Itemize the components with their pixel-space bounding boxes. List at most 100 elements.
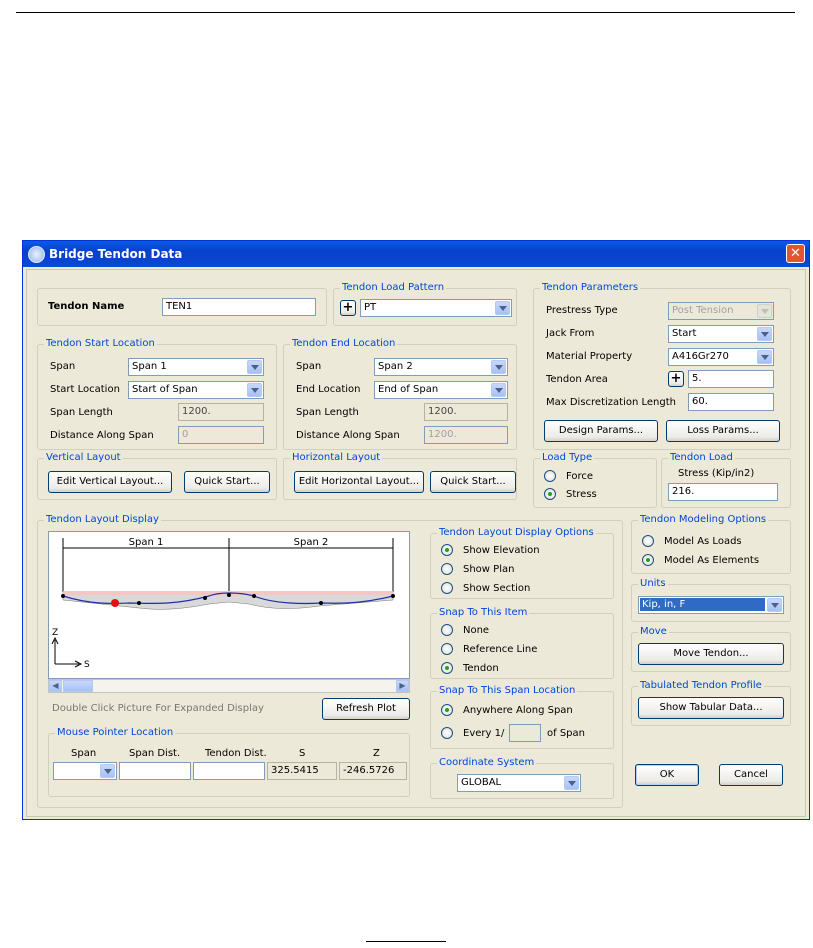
scroll-left-icon[interactable]: ◀: [49, 680, 62, 692]
tendon-point: [252, 594, 256, 598]
tendon-elevation-svg: Span 1 Span 2 Z S: [51, 537, 395, 670]
start-location-label: Start Location: [50, 384, 120, 395]
load-pattern-value: PT: [364, 302, 377, 313]
tabulated-profile-group-label: Tabulated Tendon Profile: [638, 680, 764, 691]
material-property-value: A416Gr270: [672, 351, 729, 362]
load-type-force-radio[interactable]: [544, 470, 556, 482]
mouse-col-tendon-dist: Tendon Dist.: [205, 748, 267, 759]
load-pattern-group-label: Tendon Load Pattern: [340, 282, 447, 293]
tendon-name-input[interactable]: TEN1: [162, 298, 316, 316]
refresh-plot-button[interactable]: Refresh Plot: [322, 698, 410, 720]
jack-from-select[interactable]: Start: [668, 325, 774, 343]
tendon-load-group-label: Tendon Load: [668, 452, 735, 463]
s-axis-label: S: [84, 660, 90, 670]
mouse-span-dist-field[interactable]: [119, 762, 191, 780]
tendon-load-input[interactable]: 216.: [668, 483, 778, 501]
material-property-label: Material Property: [546, 351, 633, 362]
show-section-label: Show Section: [463, 583, 531, 594]
load-type-force-label: Force: [566, 471, 594, 482]
units-select[interactable]: Kip, in, F: [638, 596, 784, 614]
move-tendon-button[interactable]: Move Tendon...: [638, 643, 784, 665]
tendon-point: [137, 601, 141, 605]
cancel-button[interactable]: Cancel: [719, 764, 783, 786]
model-as-loads-radio[interactable]: [642, 535, 654, 547]
tendon-area-input[interactable]: 5.: [688, 370, 774, 388]
max-discretization-input[interactable]: 60.: [688, 393, 774, 411]
chevron-down-icon[interactable]: [491, 383, 506, 397]
snap-anywhere-radio[interactable]: [441, 704, 453, 716]
chevron-down-icon[interactable]: [757, 350, 772, 364]
chevron-down-icon[interactable]: [491, 360, 506, 374]
chevron-down-icon[interactable]: [247, 383, 262, 397]
end-location-select[interactable]: End of Span: [374, 381, 508, 399]
mouse-tendon-dist-field[interactable]: [193, 762, 265, 780]
design-params-button[interactable]: Design Params...: [544, 420, 658, 442]
chevron-down-icon[interactable]: [564, 776, 579, 790]
snap-refline-radio[interactable]: [441, 643, 453, 655]
load-type-stress-radio[interactable]: [544, 488, 556, 500]
show-elevation-radio[interactable]: [441, 544, 453, 556]
snap-item-group-label: Snap To This Item: [437, 607, 530, 618]
app-icon: [28, 246, 45, 263]
horizontal-quick-start-button[interactable]: Quick Start...: [430, 471, 516, 493]
tendon-start-location-group: Tendon Start Location Span Span 1 Start …: [37, 338, 277, 450]
dialog-client: Tendon Name TEN1 Tendon Load Pattern + P…: [26, 269, 806, 817]
coordinate-system-select[interactable]: GLOBAL: [457, 774, 581, 792]
mouse-col-s: S: [299, 748, 306, 759]
loss-params-button[interactable]: Loss Params...: [666, 420, 780, 442]
mouse-col-z: Z: [373, 748, 380, 759]
chevron-down-icon[interactable]: [247, 360, 262, 374]
title-bar: Bridge Tendon Data ✕: [23, 241, 809, 267]
material-property-select[interactable]: A416Gr270: [668, 348, 774, 366]
edit-horizontal-layout-button[interactable]: Edit Horizontal Layout...: [294, 471, 424, 493]
start-span-select[interactable]: Span 1: [128, 358, 264, 376]
scroll-thumb[interactable]: [63, 680, 93, 692]
show-plan-radio[interactable]: [441, 563, 453, 575]
ok-button[interactable]: OK: [635, 764, 699, 786]
show-section-radio[interactable]: [441, 582, 453, 594]
tendon-point: [319, 601, 323, 605]
tendon-point: [391, 594, 395, 598]
tendon-area-add-button[interactable]: +: [668, 371, 684, 387]
chevron-down-icon[interactable]: [495, 301, 510, 315]
vertical-quick-start-button[interactable]: Quick Start...: [184, 471, 270, 493]
close-button[interactable]: ✕: [786, 244, 805, 263]
mouse-col-span: Span: [71, 748, 97, 759]
modeling-options-group: Tendon Modeling Options Model As Loads M…: [631, 514, 791, 574]
units-group: Units Kip, in, F: [631, 578, 791, 622]
mouse-z-field: -246.5726: [339, 762, 407, 780]
load-pattern-select[interactable]: PT: [360, 299, 512, 317]
vertical-layout-group: Vertical Layout Edit Vertical Layout... …: [37, 452, 277, 500]
end-location-label: End Location: [296, 384, 361, 395]
snap-span-group-label: Snap To This Span Location: [437, 685, 578, 696]
end-span-value: Span 2: [378, 361, 413, 372]
show-tabular-data-button[interactable]: Show Tabular Data...: [638, 697, 784, 719]
chevron-down-icon: [757, 304, 772, 318]
span-2-label: Span 2: [294, 537, 329, 548]
snap-every-radio[interactable]: [441, 727, 453, 739]
move-group: Move Move Tendon...: [631, 626, 791, 672]
end-span-select[interactable]: Span 2: [374, 358, 508, 376]
tendon-plot[interactable]: Span 1 Span 2 Z S: [48, 531, 410, 679]
edit-vertical-layout-button[interactable]: Edit Vertical Layout...: [48, 471, 172, 493]
chevron-down-icon[interactable]: [100, 764, 115, 778]
page-bottom-rule: [366, 941, 446, 942]
chevron-down-icon[interactable]: [757, 327, 772, 341]
coordinate-system-group: Coordinate System GLOBAL: [430, 757, 614, 799]
tendon-parameters-group: Tendon Parameters Prestress Type Post Te…: [533, 282, 791, 450]
mouse-span-select[interactable]: [53, 762, 117, 780]
start-location-select[interactable]: Start of Span: [128, 381, 264, 399]
snap-span-location-group: Snap To This Span Location Anywhere Alon…: [430, 685, 614, 749]
prestress-type-value: Post Tension: [672, 305, 734, 316]
chevron-down-icon[interactable]: [767, 598, 782, 612]
model-as-elements-radio[interactable]: [642, 554, 654, 566]
plot-horizontal-scrollbar[interactable]: ◀ ▶: [48, 679, 410, 693]
snap-item-group: Snap To This Item None Reference Line Te…: [430, 607, 614, 679]
selected-tendon-point[interactable]: [111, 599, 119, 607]
load-pattern-add-button[interactable]: +: [340, 300, 356, 316]
snap-none-radio[interactable]: [441, 624, 453, 636]
snap-tendon-radio[interactable]: [441, 662, 453, 674]
load-type-group-label: Load Type: [540, 452, 595, 463]
scroll-right-icon[interactable]: ▶: [396, 680, 409, 692]
end-span-length-field: 1200.: [424, 403, 508, 421]
